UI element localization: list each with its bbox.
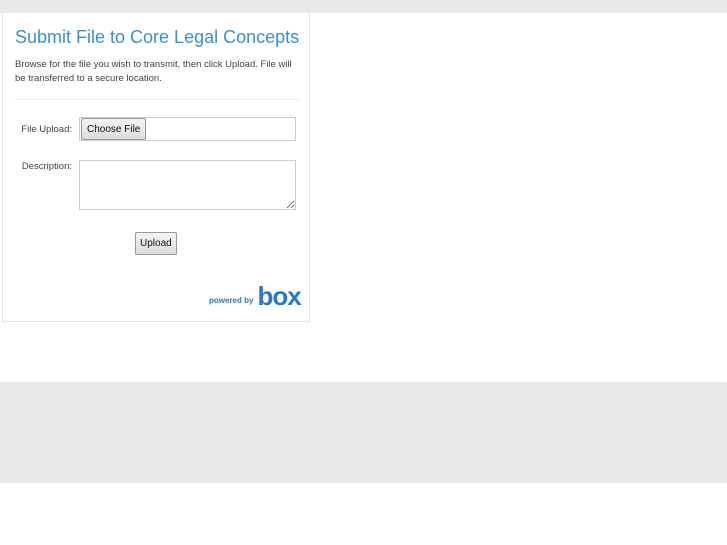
description-input[interactable] [79,160,296,210]
divider [15,99,299,100]
background-pattern [0,0,727,13]
powered-by-box-logo[interactable]: powered by box [209,281,302,311]
box-logo: box [257,281,301,311]
upload-button[interactable]: Upload [135,232,177,255]
upload-card: Submit File to Core Legal Concepts Brows… [2,13,310,322]
page-title: Submit File to Core Legal Concepts [15,27,300,47]
powered-by-text: powered by [209,296,254,305]
file-input[interactable]: Choose File [79,117,296,141]
choose-file-button[interactable]: Choose File [81,118,147,140]
intro-text: Browse for the file you wish to transmit… [15,59,292,84]
file-upload-label: File Upload: [21,124,72,135]
background-pattern [0,382,727,483]
description-label: Description: [21,161,72,172]
